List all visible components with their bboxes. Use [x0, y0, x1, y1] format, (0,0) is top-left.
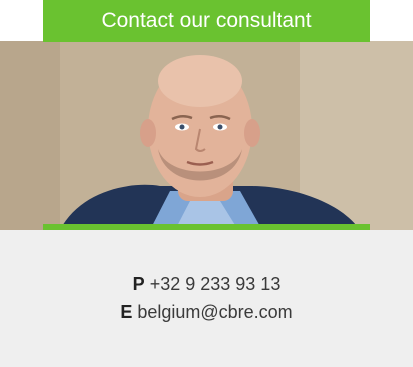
accent-divider — [43, 224, 370, 230]
contact-card: P +32 9 233 93 13 E belgium@cbre.com — [0, 230, 413, 367]
phone-label: P — [132, 274, 145, 294]
phone-link[interactable]: +32 9 233 93 13 — [150, 274, 281, 294]
contact-consultant-heading: Contact our consultant — [43, 0, 370, 42]
phone-line: P +32 9 233 93 13 — [0, 274, 413, 295]
consultant-portrait-image — [0, 41, 413, 230]
email-link[interactable]: belgium@cbre.com — [137, 302, 292, 322]
email-label: E — [120, 302, 133, 322]
consultant-photo — [0, 41, 413, 230]
email-line: E belgium@cbre.com — [0, 302, 413, 323]
